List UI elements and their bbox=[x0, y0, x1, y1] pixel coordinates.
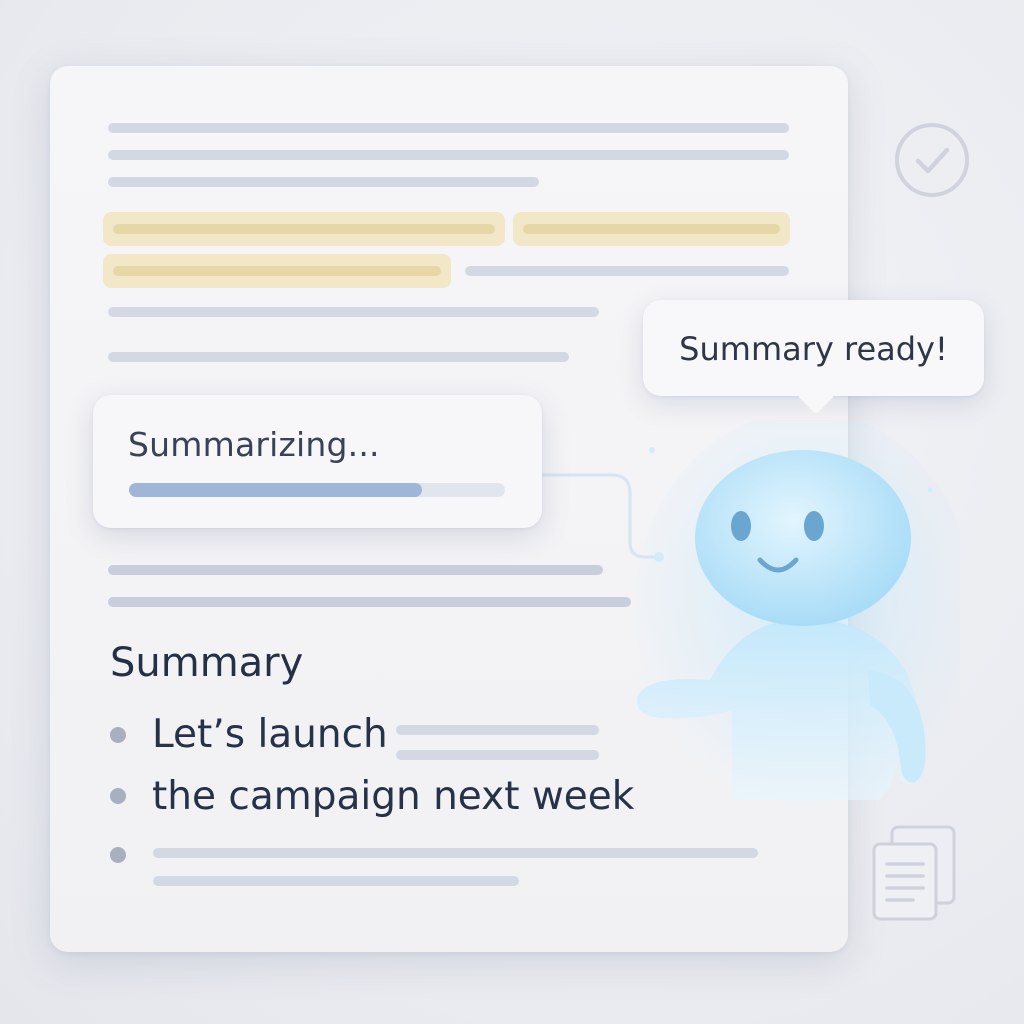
progress-bar bbox=[129, 483, 505, 497]
bullet-dot bbox=[110, 727, 126, 743]
text-line bbox=[108, 307, 599, 317]
text-line bbox=[396, 725, 599, 735]
progress-fill bbox=[129, 483, 423, 497]
check-circle-icon bbox=[895, 123, 969, 197]
speech-bubble: Summary ready! bbox=[643, 300, 984, 415]
summary-heading: Summary bbox=[110, 640, 304, 686]
bullet-dot bbox=[110, 788, 126, 804]
highlighted-text bbox=[103, 254, 451, 288]
progress-label: Summarizing... bbox=[128, 425, 380, 464]
text-line bbox=[108, 177, 539, 187]
copy-document-icon[interactable] bbox=[868, 822, 960, 922]
text-line bbox=[108, 597, 631, 607]
text-line bbox=[108, 123, 789, 133]
highlighted-text bbox=[103, 212, 505, 246]
text-line bbox=[153, 876, 519, 886]
summary-bullet: the campaign next week bbox=[152, 774, 635, 819]
bullet-dot bbox=[110, 847, 126, 863]
speech-bubble-text: Summary ready! bbox=[679, 330, 948, 368]
text-line bbox=[108, 565, 603, 575]
highlighted-text bbox=[513, 212, 790, 246]
text-line bbox=[108, 352, 569, 362]
text-line bbox=[108, 150, 789, 160]
summarizing-progress-card: Summarizing... bbox=[93, 395, 542, 528]
text-line bbox=[465, 266, 789, 276]
text-line bbox=[396, 750, 599, 760]
summary-bullet: Let’s launch bbox=[152, 712, 388, 757]
text-line bbox=[153, 848, 758, 858]
assistant-mascot bbox=[635, 420, 960, 810]
